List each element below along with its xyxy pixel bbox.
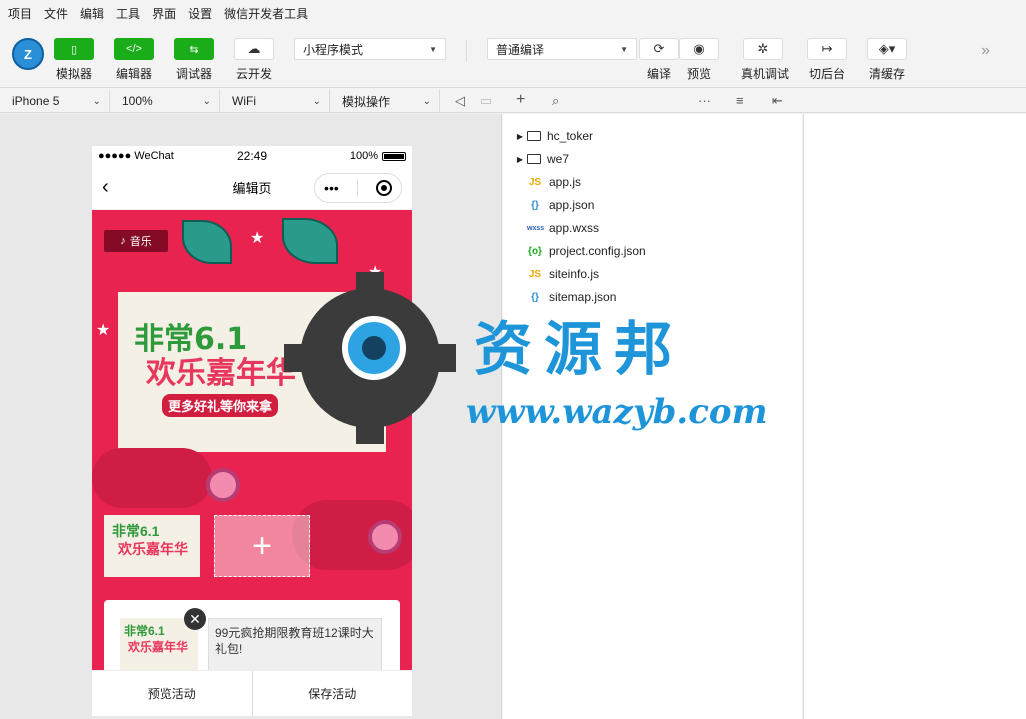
folder-icon [527,131,541,141]
chevron-down-icon: ⌄ [422,95,431,107]
preview-button[interactable]: ◉ 预览 [677,38,721,82]
phone-icon: ▯ [54,38,94,60]
leaf-decoration [182,220,232,264]
background-button[interactable]: ↦ 切后台 [805,38,849,82]
cloud-button[interactable]: ☁ 云开发 [232,38,276,82]
menu-devtools[interactable]: 微信开发者工具 [224,5,308,22]
watermark-eye-icon [342,316,406,380]
operation-select[interactable]: 模拟操作 ⌄ [334,89,440,113]
chevron-down-icon: ⌄ [92,95,101,107]
add-icon[interactable]: + [516,91,525,109]
code-icon: </> [114,38,154,60]
main-toolbar: Z ▯ 模拟器 </> 编辑器 ⇆ 调试器 ☁ 云开发 小程序模式 ▼ 普通编译… [0,26,1026,88]
toolbar-divider [466,40,467,62]
simulator-button[interactable]: ▯ 模拟器 [52,38,96,82]
compile-button[interactable]: ⟳ 编译 [637,38,681,82]
tree-file[interactable]: wxss app.wxss [527,217,599,239]
split-icon[interactable]: ⇤ [772,93,783,109]
menu-project[interactable]: 项目 [8,5,32,22]
menu-view[interactable]: 界面 [152,5,176,22]
json-file-icon: {} [531,291,539,303]
debug-icon: ⇆ [174,38,214,60]
more-dots-icon[interactable]: ••• [324,180,339,196]
network-select[interactable]: WiFi ⌄ [224,89,330,113]
tree-file[interactable]: {o} project.config.json [527,240,646,262]
mode-select[interactable]: 小程序模式 ▼ [294,38,446,60]
debugger-button[interactable]: ⇆ 调试器 [172,38,216,82]
folder-icon [527,154,541,164]
close-target-icon[interactable] [375,180,392,196]
zoom-select[interactable]: 100% ⌄ [114,89,220,113]
menu-bar: 项目 文件 编辑 工具 界面 设置 微信开发者工具 [0,0,1026,26]
menu-tools[interactable]: 工具 [116,5,140,22]
nav-bar: ‹ 编辑页 ••• [92,166,412,210]
menu-file[interactable]: 文件 [44,5,68,22]
device-select[interactable]: iPhone 5 ⌄ [4,89,110,113]
watermark-url: www.wazyb.com [466,392,768,432]
tree-folder[interactable]: ▶ hc_toker [503,125,593,147]
menu-settings[interactable]: 设置 [188,5,212,22]
cloud-decoration [92,448,212,508]
bottom-action-bar: 预览活动 保存活动 [92,670,412,716]
chevron-double-right-icon[interactable]: » [981,42,990,60]
mini-program-capsule: ••• [314,173,402,203]
star-decoration: ★ [250,230,265,247]
clear-cache-button[interactable]: ◈▾ 清缓存 [865,38,909,82]
leaf-decoration [282,218,338,264]
image-thumbnail[interactable]: 非常6.1 欢乐嘉年华 [104,515,200,577]
flower-decoration [206,468,240,502]
chevron-down-icon: ⌄ [312,95,321,107]
compile-select[interactable]: 普通编译 ▼ [487,38,637,60]
json-file-icon: {} [531,199,539,211]
editor-button[interactable]: </> 编辑器 [112,38,156,82]
add-image-button[interactable]: + [214,515,310,577]
back-arrow-icon[interactable]: ‹ [102,176,109,199]
editor-panel [803,114,1026,719]
volume-icon[interactable]: ◁ [455,93,465,109]
layers-icon: ◈▾ [867,38,907,60]
clock-label: 22:49 [236,149,268,163]
simulator-panel: ●●●●● WeChat 22:49 100% ‹ 编辑页 ••• ★ ★ ★ … [0,114,502,719]
save-activity-button[interactable]: 保存活动 [253,671,413,716]
simulator-subbar: iPhone 5 ⌄ 100% ⌄ WiFi ⌄ 模拟操作 ⌄ ◁ ▭ + ⌕ … [0,89,1026,113]
tree-file[interactable]: {} app.json [527,194,594,216]
bug-icon: ✲ [743,38,783,60]
wxss-file-icon: wxss [527,224,545,232]
star-decoration: ★ [96,322,111,339]
more-icon[interactable]: ··· [698,93,711,108]
search-icon[interactable]: ⌕ [552,93,559,109]
card-text-input[interactable]: 99元疯抢期限教育班12课时大礼包! [208,618,382,670]
collapse-icon[interactable]: ≡ [736,93,744,108]
window-icon[interactable]: ▭ [480,93,492,109]
real-debug-button[interactable]: ✲ 真机调试 [741,38,789,82]
status-bar: ●●●●● WeChat 22:49 100% [92,146,412,166]
chevron-down-icon: ⌄ [202,95,211,107]
menu-edit[interactable]: 编辑 [80,5,104,22]
flower-decoration [368,520,402,554]
preview-activity-button[interactable]: 预览活动 [92,671,252,716]
activity-card: 非常6.1 欢乐嘉年华 99元疯抢期限教育班12课时大礼包! ✕ [104,600,400,670]
music-note-icon: ♪ [120,235,126,247]
eye-icon: ◉ [679,38,719,60]
cloud-icon: ☁ [234,38,274,60]
music-toggle[interactable]: ♪ 音乐 [104,230,168,252]
tree-file[interactable]: JS siteinfo.js [527,263,599,285]
watermark-title: 资源邦 [474,315,685,383]
js-file-icon: JS [528,268,542,280]
tree-folder[interactable]: ▶ we7 [503,148,569,170]
caret-down-icon: ▼ [620,44,628,54]
caret-right-icon: ▶ [516,131,524,141]
config-file-icon: {o} [528,245,542,257]
refresh-icon: ⟳ [639,38,679,60]
switch-background-icon: ↦ [807,38,847,60]
tree-file[interactable]: JS app.js [527,171,581,193]
caret-right-icon: ▶ [516,154,524,164]
js-file-icon: JS [528,176,542,188]
app-logo-icon[interactable]: Z [12,38,44,70]
caret-down-icon: ▼ [429,44,437,54]
close-icon[interactable]: ✕ [184,608,206,630]
